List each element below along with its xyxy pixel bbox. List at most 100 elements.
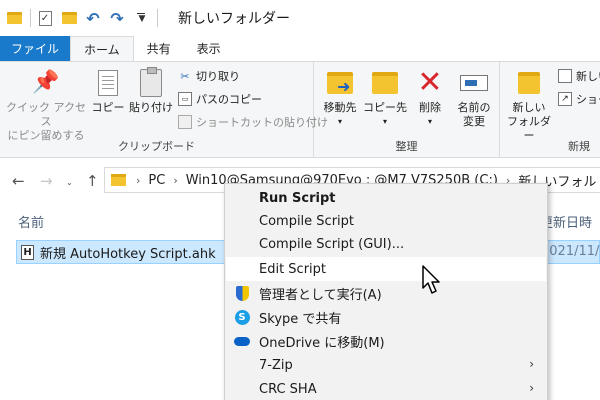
new-folder-label-line2: フォルダー [507,115,551,142]
menu-item-compile-script-gui[interactable]: Compile Script (GUI)... [226,232,546,256]
new-folder-label-line1: 新しい [512,101,546,114]
menu-item-label: CRC SHA [259,381,317,397]
divider [30,9,31,27]
cut-label: 切り取り [196,70,240,83]
rename-label-line1: 名前の [457,101,491,114]
forward-arrow-icon[interactable]: → [40,172,53,190]
menu-item-crc-sha[interactable]: CRC SHA › [226,377,546,400]
cloud-icon [234,333,250,349]
ahk-file-icon: H [21,244,34,260]
rename-button[interactable]: 名前の 変更 [452,68,496,129]
organize-group: ➜ 移動先 ▾ コピー先 ▾ ✕ 削除 ▾ 名前の 変更 整理 [314,62,500,158]
menu-item-compile-script[interactable]: Compile Script [226,209,546,233]
new-folder-icon[interactable] [61,10,77,26]
new-group: 新しい フォルダー 新しい ↗ ショー 新規 [500,62,600,158]
pin-label-line1: クイック アクセス [6,101,86,128]
menu-item-label: Compile Script [259,213,355,229]
move-to-icon: ➜ [325,68,355,98]
breadcrumb-pc[interactable]: PC [148,173,165,188]
name-column-header[interactable]: 名前 [18,212,44,231]
move-to-label: 移動先 [323,101,357,114]
file-name: 新規 AutoHotkey Script.ahk [40,246,216,262]
move-to-button[interactable]: ➜ 移動先 ▾ [318,68,362,129]
mouse-cursor-icon [422,265,440,294]
copy-path-label: パスのコピー [196,93,262,106]
delete-icon: ✕ [417,65,443,100]
copy-label: コピー [91,101,125,114]
redo-icon[interactable]: ↷ [109,9,125,28]
customize-quick-access-icon[interactable]: ▼ [133,10,149,26]
menu-item-run-script[interactable]: Run Script [226,186,546,210]
copy-to-icon [370,68,400,98]
paste-label: 貼り付け [129,101,173,114]
rename-label-line2: 変更 [463,115,485,128]
new-folder-button[interactable]: 新しい フォルダー [506,68,552,143]
submenu-arrow-icon: › [529,357,534,371]
menu-item-run-as-admin[interactable]: 管理者として実行(A) [226,281,546,305]
clipboard-group: 📌 クイック アクセス にピン留めする コピー 貼り付け ✂ 切り取り ▭ パス… [0,62,328,158]
folder-icon [6,10,22,26]
new-item-label: 新しい [576,70,600,83]
menu-item-label: 管理者として実行(A) [259,287,382,303]
rename-icon [459,68,489,98]
title-bar: ✓ ↶ ↷ ▼ 新しいフォルダー [0,0,600,36]
menu-item-share-skype[interactable]: S Skype で共有 [226,305,546,329]
new-item-icon [558,69,572,83]
tab-file[interactable]: ファイル [0,36,71,61]
menu-item-label: OneDrive に移動(M) [259,335,385,351]
paste-icon [136,67,166,98]
submenu-arrow-icon: › [529,381,534,395]
paste-button[interactable]: 貼り付け [128,67,174,115]
delete-button[interactable]: ✕ 削除 ▾ [412,68,448,129]
menu-item-label: Skype で共有 [259,311,342,327]
tab-view[interactable]: 表示 [184,36,234,61]
clipboard-group-label: クリップボード [118,140,195,153]
ribbon-tabs: ファイル ホーム 共有 表示 [0,36,600,62]
menu-item-label: 7-Zip [259,357,293,373]
shield-icon [234,285,250,301]
new-item-button[interactable]: 新しい [558,68,600,84]
skype-icon: S [234,309,250,325]
menu-item-label: Run Script [259,190,336,206]
easy-access-button[interactable]: ↗ ショー [558,91,600,107]
pin-to-quick-access-button[interactable]: 📌 クイック アクセス にピン留めする [6,68,86,143]
window-title: 新しいフォルダー [178,11,290,27]
organize-group-label: 整理 [395,140,418,153]
menu-item-7zip[interactable]: 7-Zip › [226,353,546,377]
new-folder-icon [514,68,544,98]
context-menu: Run Script Compile Script Compile Script… [224,183,548,400]
pin-icon: 📌 [32,70,60,95]
menu-item-edit-script[interactable]: Edit Script [226,257,546,281]
paste-shortcut-label: ショートカットの貼り付け [196,116,328,129]
folder-icon [111,174,126,186]
breadcrumb-chevron-icon[interactable]: › [136,174,140,187]
delete-label: 削除 [419,101,441,114]
shortcut-icon: ↗ [558,92,572,106]
up-arrow-icon[interactable]: ↑ [86,172,99,190]
tab-share[interactable]: 共有 [134,36,184,61]
file-date: 2021/11/ [541,244,600,259]
history-dropdown-icon[interactable]: ⌄ [66,178,73,187]
menu-item-label: Compile Script (GUI)... [259,236,405,252]
copy-path-icon: ▭ [178,92,192,106]
paste-shortcut-icon [178,115,192,129]
undo-icon[interactable]: ↶ [85,9,101,28]
tab-home[interactable]: ホーム [70,36,134,61]
copy-to-label: コピー先 [363,101,407,114]
ribbon: 📌 クイック アクセス にピン留めする コピー 貼り付け ✂ 切り取り ▭ パス… [0,62,600,158]
menu-item-label: Edit Script [259,261,327,277]
copy-to-button[interactable]: コピー先 ▾ [362,68,408,129]
paste-shortcut-button[interactable]: ショートカットの貼り付け [178,114,328,130]
menu-item-move-to-onedrive[interactable]: OneDrive に移動(M) [226,329,546,353]
breadcrumb-chevron-icon[interactable]: › [173,174,177,187]
shortcut-label: ショー [576,93,600,106]
new-group-label: 新規 [568,140,590,153]
scissors-icon: ✂ [180,69,190,83]
properties-icon[interactable]: ✓ [37,10,53,26]
copy-path-button[interactable]: ▭ パスのコピー [178,91,262,107]
divider [157,9,158,27]
back-arrow-icon[interactable]: ← [12,172,25,190]
copy-icon [93,68,123,98]
cut-button[interactable]: ✂ 切り取り [178,68,240,84]
copy-button[interactable]: コピー [88,68,128,115]
